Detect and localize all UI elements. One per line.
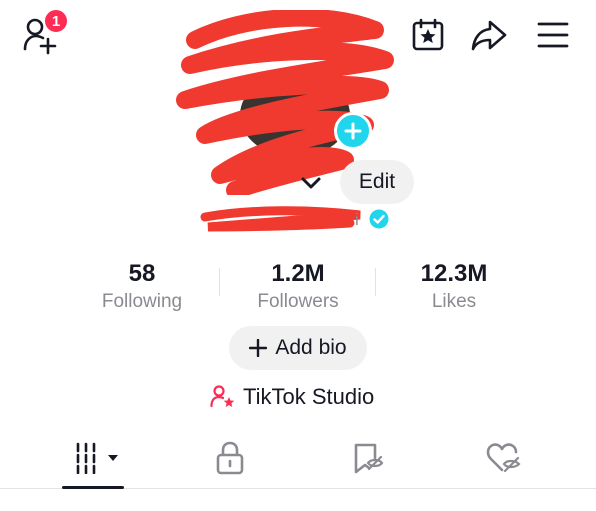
add-avatar-button[interactable] xyxy=(334,112,372,150)
heart-hidden-icon xyxy=(486,443,521,473)
lock-icon xyxy=(216,441,244,475)
verified-badge xyxy=(369,209,389,229)
stat-following[interactable]: 58 Following xyxy=(67,260,217,314)
stat-divider xyxy=(219,268,220,296)
calendar-button[interactable] xyxy=(411,18,445,52)
tab-videos[interactable] xyxy=(74,442,122,474)
active-tab-indicator xyxy=(62,486,124,489)
grid-dropdown-icon xyxy=(76,442,118,474)
followers-label: Followers xyxy=(257,291,339,312)
notification-badge: 1 xyxy=(43,8,69,34)
edit-label: Edit xyxy=(358,170,396,193)
studio-person-star-icon xyxy=(210,385,235,408)
menu-icon xyxy=(537,22,569,48)
username-redaction xyxy=(200,205,365,233)
tab-private[interactable] xyxy=(215,441,245,475)
studio-label: TikTok Studio xyxy=(243,384,375,409)
likes-count: 12.3M xyxy=(420,260,488,287)
chevron-down-icon xyxy=(301,177,321,189)
menu-button[interactable] xyxy=(536,20,570,50)
tiktok-studio-link[interactable]: TikTok Studio xyxy=(210,382,374,412)
edit-profile-button[interactable]: Edit xyxy=(340,160,414,204)
following-count: 58 xyxy=(128,260,156,287)
calendar-star-icon xyxy=(412,18,444,51)
following-label: Following xyxy=(101,291,183,312)
bookmark-hidden-icon xyxy=(354,443,384,474)
share-icon xyxy=(471,20,507,51)
plus-icon xyxy=(344,122,362,140)
tab-liked[interactable] xyxy=(486,442,522,474)
username-fragment: i xyxy=(355,210,359,229)
stat-followers[interactable]: 1.2M Followers xyxy=(223,260,373,314)
likes-label: Likes xyxy=(431,291,477,312)
stat-divider xyxy=(375,268,376,296)
add-bio-label: Add bio xyxy=(275,336,347,359)
share-button[interactable] xyxy=(470,18,508,52)
tab-favorites[interactable] xyxy=(353,442,385,474)
plus-icon xyxy=(249,339,268,357)
stat-likes[interactable]: 12.3M Likes xyxy=(379,260,529,314)
followers-count: 1.2M xyxy=(271,260,325,287)
add-bio-button[interactable]: Add bio xyxy=(229,326,367,370)
account-switch-chevron[interactable] xyxy=(298,170,324,196)
verified-check-icon xyxy=(369,209,389,229)
